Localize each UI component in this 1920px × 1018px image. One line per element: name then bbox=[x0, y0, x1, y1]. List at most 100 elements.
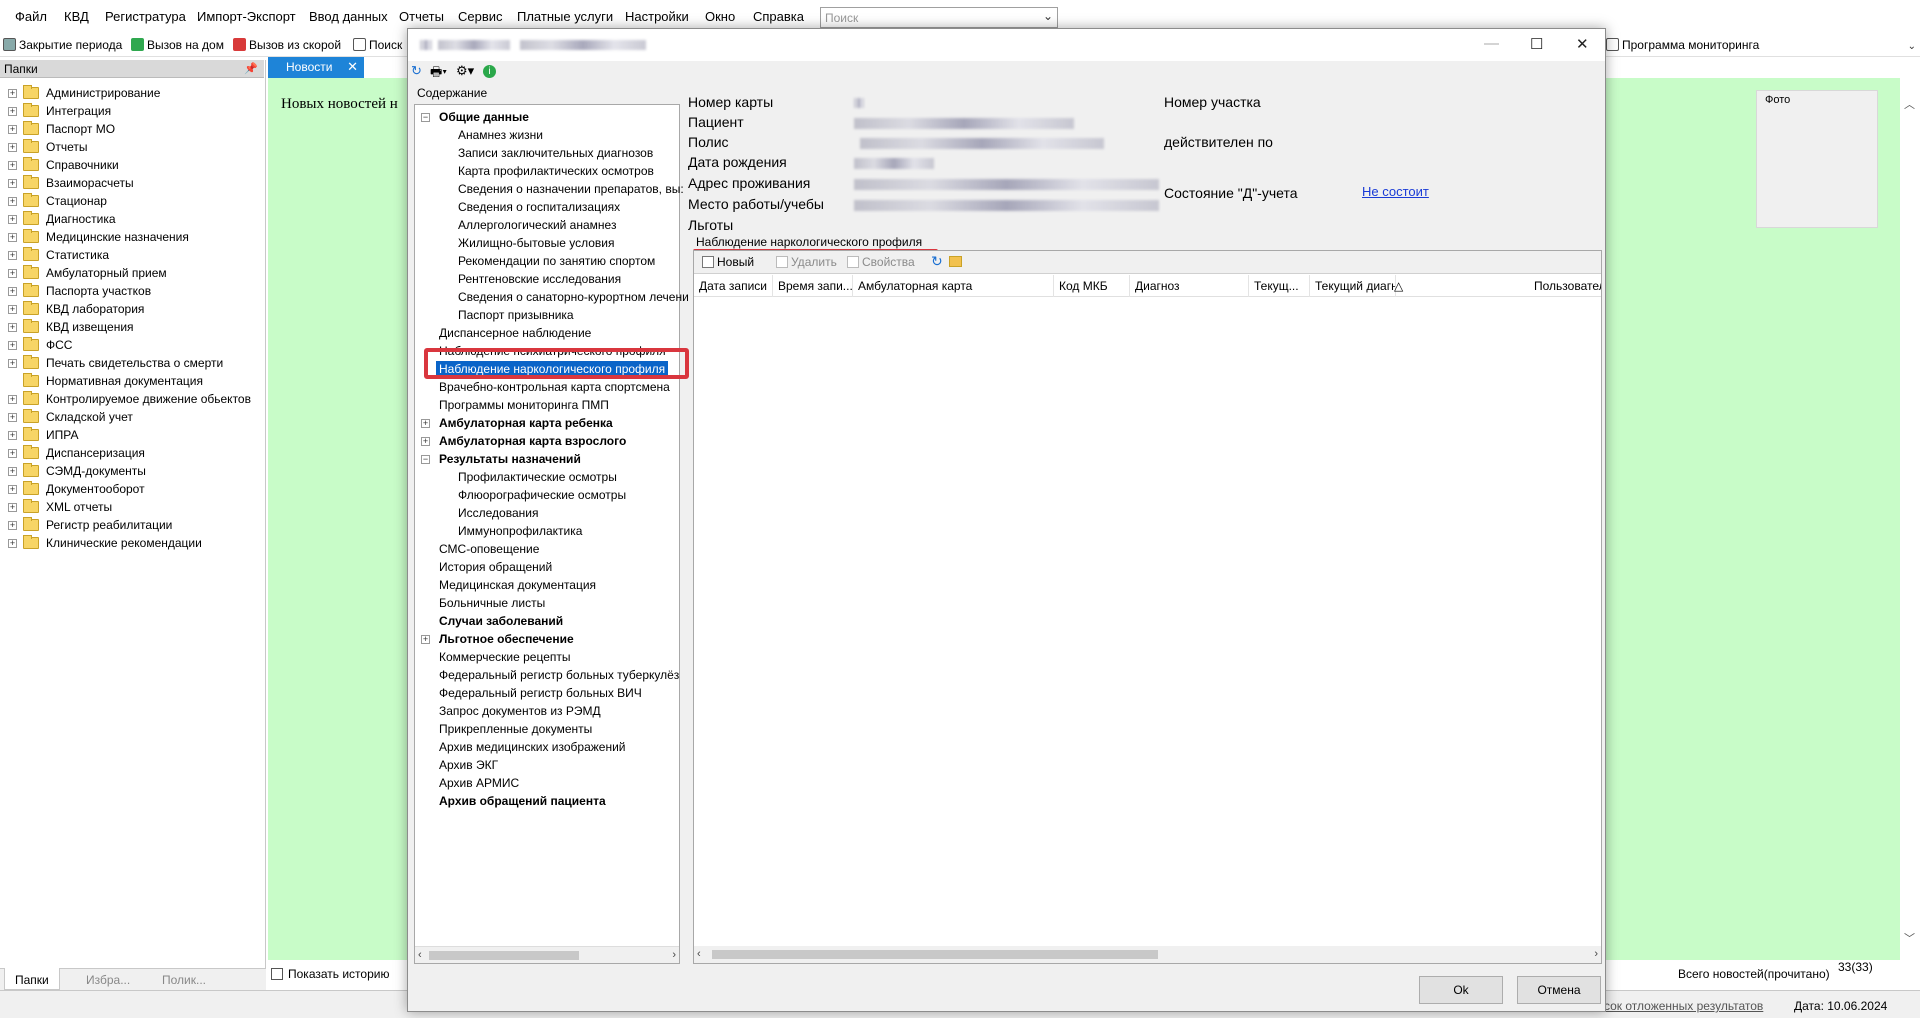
expand-icon[interactable]: + bbox=[8, 214, 17, 224]
folder-item[interactable]: + КВД лаборатория bbox=[8, 300, 144, 318]
menu-registry[interactable]: Регистратура bbox=[105, 9, 186, 24]
menu-help[interactable]: Справка bbox=[753, 9, 804, 24]
folder-item[interactable]: + СЭМД-документы bbox=[8, 462, 146, 480]
expand-icon[interactable]: + bbox=[8, 178, 17, 188]
tree-item[interactable]: Случаи заболеваний bbox=[439, 613, 563, 630]
tree-item[interactable]: Льготное обеспечение bbox=[439, 631, 574, 648]
tree-item[interactable]: Архив медицинских изображений bbox=[439, 739, 626, 756]
scroll-right-icon[interactable]: › bbox=[1594, 948, 1598, 960]
scroll-down-icon[interactable]: ﹀ bbox=[1904, 930, 1915, 946]
checkbox-icon[interactable] bbox=[271, 968, 283, 980]
tree-item[interactable]: Амбулаторная карта ребенка bbox=[439, 415, 613, 432]
folder-item[interactable]: + Администрирование bbox=[8, 84, 160, 102]
tree-item[interactable]: Сведения о назначении препаратов, вы: bbox=[458, 181, 684, 198]
info-icon[interactable]: i bbox=[483, 65, 496, 78]
expand-icon[interactable]: + bbox=[8, 466, 17, 476]
close-icon[interactable]: ✕ bbox=[347, 57, 358, 77]
print-icon[interactable]: 🖶▾ bbox=[430, 63, 447, 85]
expand-icon[interactable]: + bbox=[8, 124, 17, 134]
tab-favorites[interactable]: Избра... bbox=[86, 973, 130, 987]
expand-icon[interactable]: + bbox=[421, 419, 430, 428]
close-period-button[interactable]: Закрытие периода bbox=[3, 36, 122, 53]
folder-item[interactable]: + Амбулаторный прием bbox=[8, 264, 167, 282]
tab-news[interactable]: Новости ✕ bbox=[268, 57, 364, 78]
menu-file[interactable]: Файл bbox=[15, 9, 47, 24]
home-call-button[interactable]: Вызов на дом bbox=[131, 36, 224, 53]
menu-reports[interactable]: Отчеты bbox=[399, 9, 444, 24]
col-diagnosis[interactable]: Диагноз bbox=[1130, 275, 1249, 297]
ambulance-call-button[interactable]: Вызов из скорой bbox=[233, 36, 341, 53]
toolbar-overflow-icon[interactable]: ⌄ bbox=[1908, 41, 1916, 52]
expand-icon[interactable]: + bbox=[421, 635, 430, 644]
tree-item[interactable]: Диспансерное наблюдение bbox=[439, 325, 591, 342]
delete-button[interactable]: Удалить bbox=[776, 255, 837, 269]
folder-item[interactable]: + ФСС bbox=[8, 336, 72, 354]
tree-item[interactable]: Федеральный регистр больных ВИЧ bbox=[439, 685, 642, 702]
expand-icon[interactable]: + bbox=[8, 340, 17, 350]
folder-item[interactable]: + Интеграция bbox=[8, 102, 111, 120]
expand-icon[interactable]: + bbox=[8, 142, 17, 152]
tab-clinic[interactable]: Полик... bbox=[162, 973, 206, 987]
d-status-link[interactable]: Не состоит bbox=[1362, 184, 1429, 199]
news-scrollbar[interactable]: ︿ ﹀ bbox=[1900, 78, 1920, 960]
folder-item[interactable]: + Отчеты bbox=[8, 138, 87, 156]
search-input[interactable]: Поиск ⌄ bbox=[820, 7, 1058, 28]
tree-item[interactable]: Жилищно-бытовые условия bbox=[458, 235, 614, 252]
tree-item[interactable]: СМС-оповещение bbox=[439, 541, 539, 558]
tree-item[interactable]: Паспорт призывника bbox=[458, 307, 574, 324]
tree-item[interactable]: Записи заключительных диагнозов bbox=[458, 145, 653, 162]
collapse-icon[interactable]: − bbox=[421, 455, 430, 464]
folder-item[interactable]: + Печать свидетельства о смерти bbox=[8, 354, 223, 372]
tree-item[interactable]: Результаты назначений bbox=[439, 451, 581, 468]
tree-item[interactable]: Рентгеновские исследования bbox=[458, 271, 621, 288]
scroll-thumb[interactable] bbox=[429, 951, 579, 960]
folder-item[interactable]: + Взаиморасчеты bbox=[8, 174, 134, 192]
tree-item[interactable]: Федеральный регистр больных туберкулёз bbox=[439, 667, 679, 684]
col-record-date[interactable]: Дата записи bbox=[694, 275, 773, 297]
col-icd-code[interactable]: Код МКБ bbox=[1054, 275, 1130, 297]
tree-item[interactable]: Рекомендации по занятию спортом bbox=[458, 253, 655, 270]
expand-icon[interactable]: + bbox=[8, 88, 17, 98]
tree-item[interactable]: Врачебно-контрольная карта спортсмена bbox=[439, 379, 670, 396]
expand-icon[interactable]: + bbox=[8, 448, 17, 458]
folder-item[interactable]: + Контролируемое движение обьектов bbox=[8, 390, 251, 408]
tree-item[interactable]: Программы мониторинга ПМП bbox=[439, 397, 609, 414]
tree-item[interactable]: Медицинская документация bbox=[439, 577, 596, 594]
tree-item[interactable]: Флюорографические осмотры bbox=[458, 487, 626, 504]
expand-icon[interactable]: + bbox=[8, 196, 17, 206]
refresh-icon[interactable]: ↻ bbox=[931, 253, 943, 270]
expand-icon[interactable]: + bbox=[8, 304, 17, 314]
chevron-down-icon[interactable]: ⌄ bbox=[1043, 9, 1053, 23]
col-user[interactable]: Пользователь bbox=[1529, 275, 1601, 297]
expand-icon[interactable]: + bbox=[8, 412, 17, 422]
menu-paid-services[interactable]: Платные услуги bbox=[517, 9, 613, 24]
folder-item[interactable]: Нормативная документация bbox=[8, 372, 203, 390]
folder-item[interactable]: + Паспорт МО bbox=[8, 120, 115, 138]
expand-icon[interactable]: + bbox=[8, 160, 17, 170]
expand-icon[interactable]: + bbox=[8, 106, 17, 116]
tree-item[interactable]: Карта профилактических осмотров bbox=[458, 163, 654, 180]
scroll-up-icon[interactable]: ︿ bbox=[1904, 96, 1915, 112]
monitoring-program-button[interactable]: Программа мониторинга bbox=[1606, 36, 1759, 53]
col-outpatient-card[interactable]: Амбулаторная карта bbox=[853, 275, 1054, 297]
folder-item[interactable]: + Стационар bbox=[8, 192, 107, 210]
tree-item[interactable]: Исследования bbox=[458, 505, 538, 522]
col-current[interactable]: Текущ... bbox=[1249, 275, 1310, 297]
menu-window[interactable]: Окно bbox=[705, 9, 735, 24]
grid-hscrollbar[interactable]: ‹ › bbox=[694, 946, 1601, 963]
expand-icon[interactable]: + bbox=[8, 520, 17, 530]
maximize-icon[interactable]: ☐ bbox=[1530, 35, 1543, 53]
tree-item[interactable]: Архив обращений пациента bbox=[439, 793, 606, 810]
tree-item[interactable]: Архив ЭКГ bbox=[439, 757, 498, 774]
settings-icon[interactable]: ⚙▾ bbox=[456, 63, 474, 79]
deferred-results-link[interactable]: сок отложенных результатов bbox=[1604, 999, 1763, 1013]
tree-item[interactable]: Аллергологический анамнез bbox=[458, 217, 616, 234]
menu-settings[interactable]: Настройки bbox=[625, 9, 689, 24]
tree-hscrollbar[interactable]: ‹ › bbox=[415, 946, 679, 963]
folder-item[interactable]: + Клинические рекомендации bbox=[8, 534, 202, 552]
menu-import-export[interactable]: Импорт-Экспорт bbox=[197, 9, 296, 24]
col-current-diagnosis[interactable]: Текущий диагноз bbox=[1310, 275, 1396, 297]
tree-item[interactable]: История обращений bbox=[439, 559, 552, 576]
tree-item[interactable]: Сведения о санаторно-курортном лечени bbox=[458, 289, 689, 306]
expand-icon[interactable]: + bbox=[8, 250, 17, 260]
